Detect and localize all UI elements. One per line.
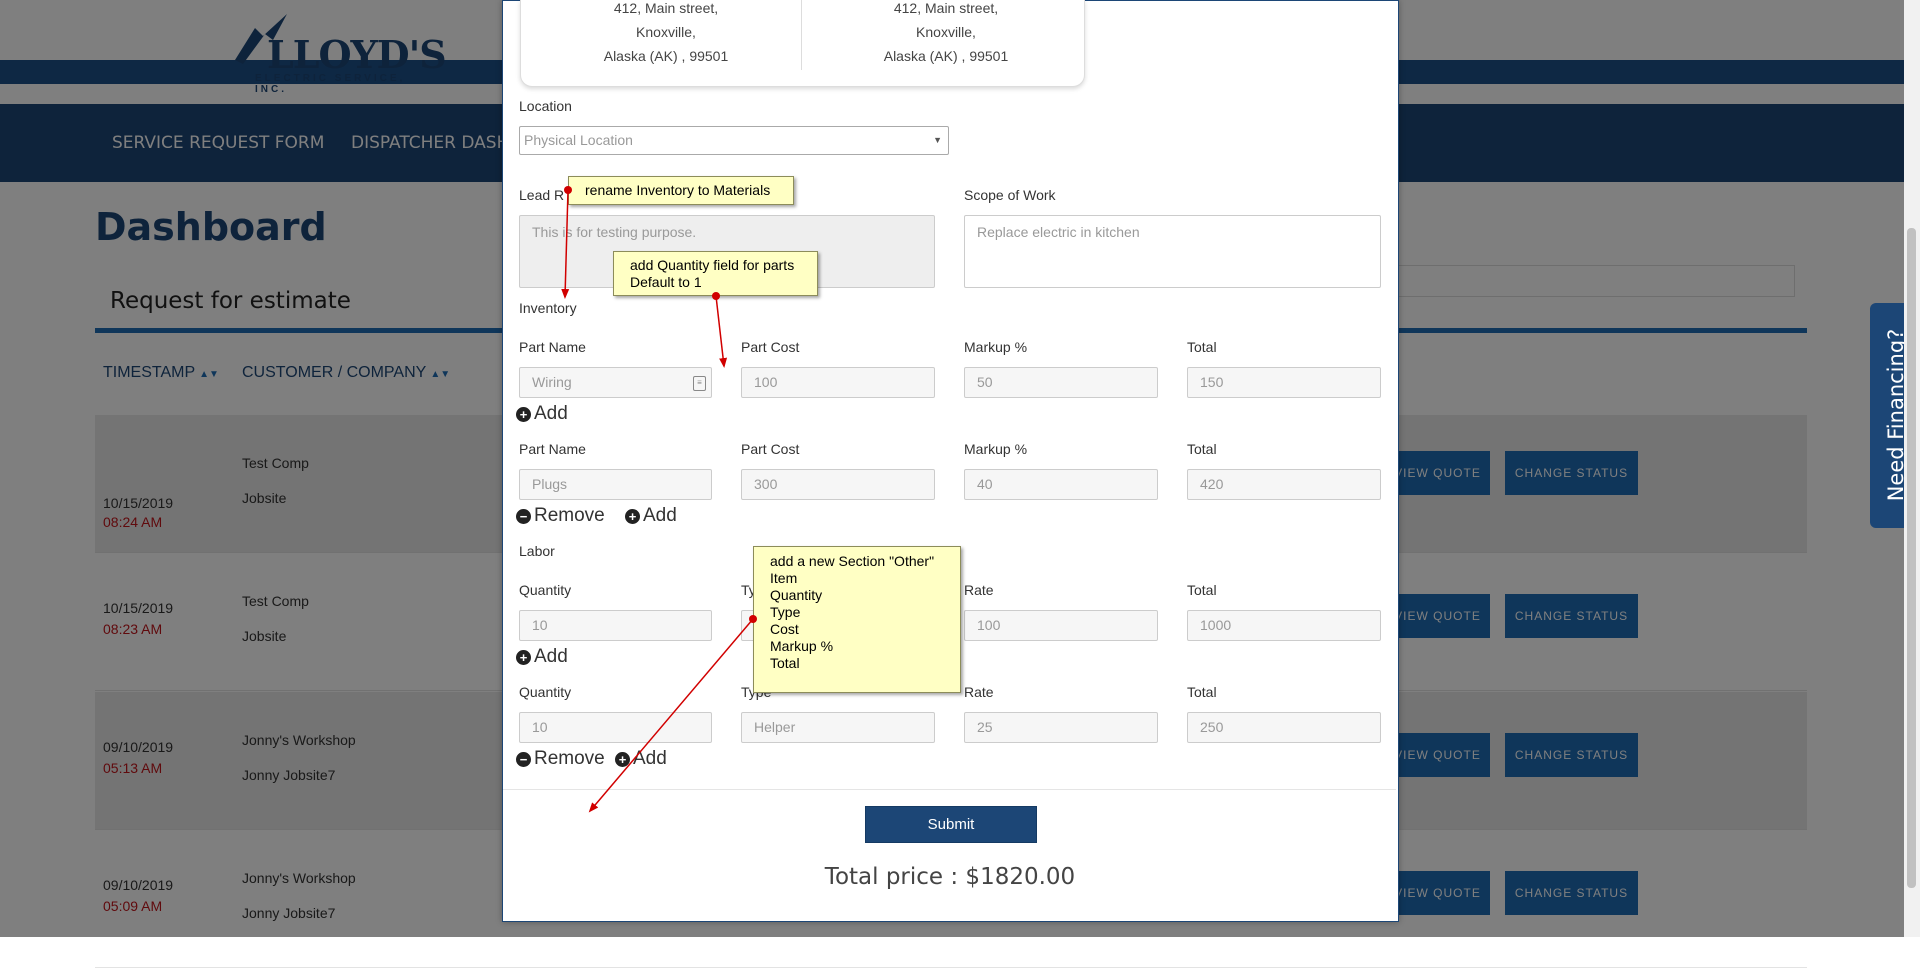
part-name-label: Part Name [519, 441, 586, 457]
plus-circle-icon: + [516, 649, 531, 665]
location-select[interactable]: Physical Location ▼ [519, 126, 949, 155]
minus-circle-icon: − [516, 751, 531, 767]
part-name-input[interactable]: Plugs [519, 469, 712, 500]
address-line: Knoxville, [916, 24, 976, 40]
annotation-text: add a new Section "Other" [770, 553, 935, 569]
type-input[interactable]: Helper [741, 712, 935, 743]
rate-label: Rate [964, 684, 994, 700]
annotation-note: add a new Section "Other" Item Quantity … [753, 546, 961, 693]
address-line: Knoxville, [636, 24, 696, 40]
annotation-text: Cost [770, 621, 799, 637]
chevron-down-icon: ▼ [933, 135, 942, 145]
add-part-button[interactable]: + Add [516, 403, 568, 425]
part-name-input[interactable]: Wiring [519, 367, 712, 398]
location-selected-value: Physical Location [524, 132, 633, 148]
annotation-note: rename Inventory to Materials [568, 176, 794, 205]
address-line: Alaska (AK) , 99501 [603, 48, 729, 64]
rate-label: Rate [964, 582, 994, 598]
plus-circle-icon: + [625, 508, 640, 524]
address-line: Alaska (AK) , 99501 [883, 48, 1009, 64]
scope-textarea[interactable]: Replace electric in kitchen [964, 215, 1381, 288]
address-divider [801, 0, 802, 70]
annotation-text: Default to 1 [630, 274, 702, 290]
address-line: 412, Main street, [893, 0, 999, 16]
quantity-label: Quantity [519, 582, 572, 598]
annotation-text: rename Inventory to Materials [585, 182, 771, 198]
total-label: Total [1187, 582, 1217, 598]
annotation-text: add Quantity field for parts [630, 257, 795, 273]
annotation-text: Item [770, 570, 798, 586]
scope-label: Scope of Work [964, 187, 1056, 203]
address-line: 412, Main street, [613, 0, 719, 16]
annotation-note: add Quantity field for parts Default to … [613, 251, 818, 296]
contact-card-icon[interactable]: ≡ [693, 376, 706, 391]
total-label: Total [1187, 339, 1217, 355]
remove-part-button[interactable]: − Remove [516, 505, 605, 527]
minus-circle-icon: − [516, 508, 531, 524]
remove-label: Remove [534, 505, 605, 526]
add-labor-button[interactable]: + Add [516, 646, 568, 668]
submit-button[interactable]: Submit [865, 806, 1037, 843]
markup-input[interactable]: 40 [964, 469, 1158, 500]
part-cost-label: Part Cost [741, 339, 800, 355]
quantity-input[interactable]: 10 [519, 610, 712, 641]
quantity-label: Quantity [519, 684, 572, 700]
labor-total-input[interactable]: 1000 [1187, 610, 1381, 641]
part-total-input[interactable]: 150 [1187, 367, 1381, 398]
plus-circle-icon: + [516, 406, 531, 422]
total-label: Total [1187, 684, 1217, 700]
part-cost-input[interactable]: 100 [741, 367, 935, 398]
rate-input[interactable]: 25 [964, 712, 1158, 743]
scrollbar-thumb[interactable] [1907, 228, 1916, 888]
add-labor-button[interactable]: + Add [615, 748, 667, 770]
address-card: 412, Main street, Knoxville, Alaska (AK)… [520, 0, 1085, 87]
annotation-text: Total [770, 655, 800, 671]
add-label: Add [534, 646, 568, 667]
address-left: 412, Main street, Knoxville, Alaska (AK)… [531, 0, 801, 68]
add-part-button[interactable]: + Add [625, 505, 677, 527]
part-cost-input[interactable]: 300 [741, 469, 935, 500]
labor-section-title: Labor [519, 543, 555, 559]
add-label: Add [534, 403, 568, 424]
markup-label: Markup % [964, 339, 1028, 355]
part-name-label: Part Name [519, 339, 586, 355]
part-total-input[interactable]: 420 [1187, 469, 1381, 500]
remove-labor-button[interactable]: − Remove [516, 748, 605, 770]
remove-label: Remove [534, 748, 605, 769]
total-label: Total [1187, 441, 1217, 457]
rate-input[interactable]: 100 [964, 610, 1158, 641]
location-label: Location [519, 98, 572, 114]
modal-footer-divider [503, 789, 1396, 790]
quantity-input[interactable]: 10 [519, 712, 712, 743]
part-cost-label: Part Cost [741, 441, 800, 457]
inventory-section-title: Inventory [519, 300, 577, 316]
add-label: Add [633, 748, 667, 769]
labor-total-input[interactable]: 250 [1187, 712, 1381, 743]
lead-label: Lead R [519, 187, 565, 203]
markup-label: Markup % [964, 441, 1028, 457]
annotation-text: Quantity [770, 587, 823, 603]
annotation-text: Type [770, 604, 801, 620]
address-right: 412, Main street, Knoxville, Alaska (AK)… [811, 0, 1081, 68]
plus-circle-icon: + [615, 751, 630, 767]
markup-input[interactable]: 50 [964, 367, 1158, 398]
annotation-text: Markup % [770, 638, 834, 654]
total-price: Total price : $1820.00 [824, 864, 1076, 890]
add-label: Add [643, 505, 677, 526]
